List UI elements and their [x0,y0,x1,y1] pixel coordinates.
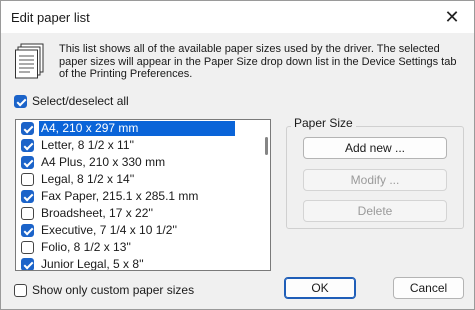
delete-button[interactable]: Delete [303,200,447,222]
paper-list-item[interactable]: Junior Legal, 5 x 8'' [16,256,270,271]
show-custom-label: Show only custom paper sizes [32,283,195,297]
edit-paper-list-dialog: Edit paper list ✕ This list shows all of… [0,0,475,310]
document-stack-icon [15,43,44,79]
paper-item-label: Fax Paper, 215.1 x 285.1 mm [41,189,199,203]
paper-item-label: Legal, 8 1/2 x 14'' [41,172,135,186]
description-text: This list shows all of the available pap… [59,43,457,80]
paper-item-checkbox[interactable] [21,156,34,169]
paper-item-label: Broadsheet, 17 x 22'' [41,206,153,220]
paper-list-item[interactable]: Letter, 8 1/2 x 11'' [16,137,270,154]
paper-item-label: Executive, 7 1/4 x 10 1/2'' [41,223,177,237]
paper-size-list[interactable]: A4, 210 x 297 mm Letter, 8 1/2 x 11'' A4 P… [15,119,271,271]
close-button[interactable]: ✕ [430,1,474,33]
modify-button[interactable]: Modify ... [303,169,447,191]
paper-item-checkbox[interactable] [21,139,34,152]
paper-list-item[interactable]: Fax Paper, 215.1 x 285.1 mm [16,188,270,205]
add-new-button[interactable]: Add new ... [303,137,447,159]
paper-item-label: Folio, 8 1/2 x 13'' [41,240,131,254]
paper-item-label: A4, 210 x 297 mm [39,121,235,136]
show-custom-checkbox[interactable]: Show only custom paper sizes [14,283,194,297]
paper-item-checkbox[interactable] [21,224,34,237]
paper-list-item[interactable]: Legal, 8 1/2 x 14'' [16,171,270,188]
paper-item-label: A4 Plus, 210 x 330 mm [41,155,166,169]
paper-item-checkbox[interactable] [21,258,34,270]
delete-label: Delete [357,204,393,218]
add-new-label: Add new ... [344,141,406,155]
paper-list-item[interactable]: Folio, 8 1/2 x 13'' [16,239,270,256]
paper-item-checkbox[interactable] [21,173,34,186]
title-bar: Edit paper list ✕ [1,1,474,33]
select-all-label: Select/deselect all [32,94,129,108]
show-custom-checkmark[interactable] [14,283,27,297]
ok-button[interactable]: OK [284,277,356,299]
paper-list-item[interactable]: A4, 210 x 297 mm [16,120,270,137]
paper-item-label: Letter, 8 1/2 x 11'' [41,138,135,152]
paper-size-group-label: Paper Size [291,116,356,130]
cancel-label: Cancel [409,281,448,295]
close-icon: ✕ [444,6,460,27]
dialog-title: Edit paper list [11,10,90,25]
modify-label: Modify ... [350,173,400,187]
paper-list-item[interactable]: Executive, 7 1/4 x 10 1/2'' [16,222,270,239]
paper-item-label: Junior Legal, 5 x 8'' [41,257,144,271]
list-scrollbar-thumb[interactable] [265,137,268,155]
paper-list-item[interactable]: A4 Plus, 210 x 330 mm [16,154,270,171]
paper-list-item[interactable]: Broadsheet, 17 x 22'' [16,205,270,222]
paper-item-checkbox[interactable] [21,122,34,135]
paper-item-checkbox[interactable] [21,241,34,254]
select-all-checkbox[interactable]: Select/deselect all [14,94,129,108]
ok-label: OK [311,281,329,295]
paper-item-checkbox[interactable] [21,207,34,220]
cancel-button[interactable]: Cancel [393,277,464,299]
select-all-checkmark[interactable] [14,94,27,108]
paper-item-checkbox[interactable] [21,190,34,203]
